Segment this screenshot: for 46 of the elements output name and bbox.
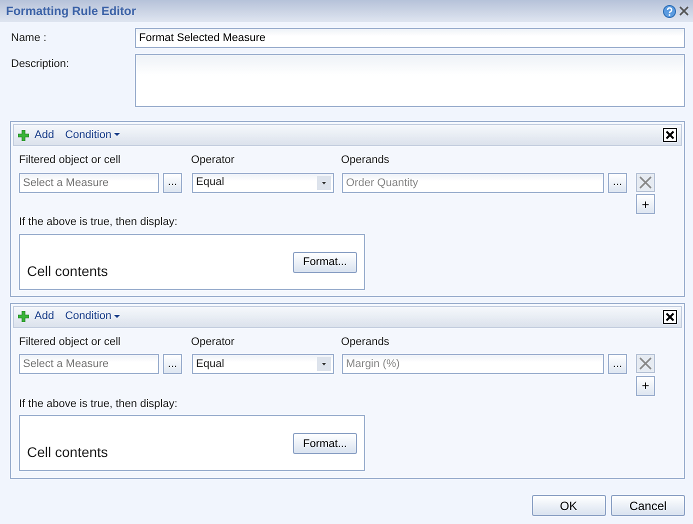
caret-icon: [114, 133, 120, 137]
operator-dropdown[interactable]: Equal: [192, 354, 334, 374]
ok-button[interactable]: OK: [532, 494, 606, 516]
plus-icon[interactable]: [18, 130, 29, 140]
condition-menu[interactable]: Condition: [65, 126, 120, 144]
close-icon[interactable]: [663, 128, 677, 142]
caret-icon: [114, 314, 120, 318]
operands-label: Operands: [341, 153, 390, 168]
display-label: If the above is true, then display:: [19, 396, 178, 412]
display-label: If the above is true, then display:: [19, 215, 178, 230]
operands-label: Operands: [341, 334, 390, 350]
help-icon[interactable]: [663, 4, 676, 18]
add-button[interactable]: Add: [34, 126, 54, 144]
description-label: Description:: [11, 57, 70, 72]
operand-field[interactable]: Order Quantity: [342, 172, 604, 192]
operator-label: Operator: [191, 153, 236, 168]
browse-button[interactable]: ...: [163, 354, 182, 374]
plus-icon[interactable]: [18, 311, 29, 322]
name-label: Name :: [11, 30, 48, 46]
window-title: Formatting Rule Editor: [6, 3, 137, 20]
add-operand-button[interactable]: +: [636, 194, 655, 214]
cancel-button[interactable]: Cancel: [611, 494, 685, 516]
close-icon[interactable]: [663, 310, 677, 324]
condition-menu[interactable]: Condition: [65, 308, 120, 325]
operator-label: Operator: [191, 334, 236, 350]
remove-icon[interactable]: [636, 354, 655, 373]
browse-button[interactable]: ...: [608, 172, 627, 192]
format-button[interactable]: Format...: [293, 252, 357, 273]
name-field[interactable]: Format Selected Measure: [135, 28, 685, 48]
measure-field[interactable]: Select a Measure: [19, 354, 159, 374]
filter-label: Filtered object or cell: [19, 153, 122, 168]
add-operand-button[interactable]: +: [636, 376, 655, 396]
measure-field[interactable]: Select a Measure: [19, 172, 159, 192]
format-button[interactable]: Format...: [293, 433, 357, 454]
filter-label: Filtered object or cell: [19, 334, 122, 350]
browse-button[interactable]: ...: [163, 172, 182, 192]
dropdown-icon: [317, 176, 331, 190]
browse-button[interactable]: ...: [608, 354, 627, 374]
description-field[interactable]: [135, 54, 685, 107]
dropdown-icon: [317, 357, 331, 371]
cell-contents: Cell contents: [27, 262, 108, 281]
operand-field[interactable]: Margin (%): [342, 354, 604, 374]
remove-icon[interactable]: [636, 172, 655, 192]
operator-dropdown[interactable]: Equal: [192, 172, 334, 192]
cell-contents: Cell contents: [27, 443, 108, 462]
add-button[interactable]: Add: [34, 308, 54, 325]
